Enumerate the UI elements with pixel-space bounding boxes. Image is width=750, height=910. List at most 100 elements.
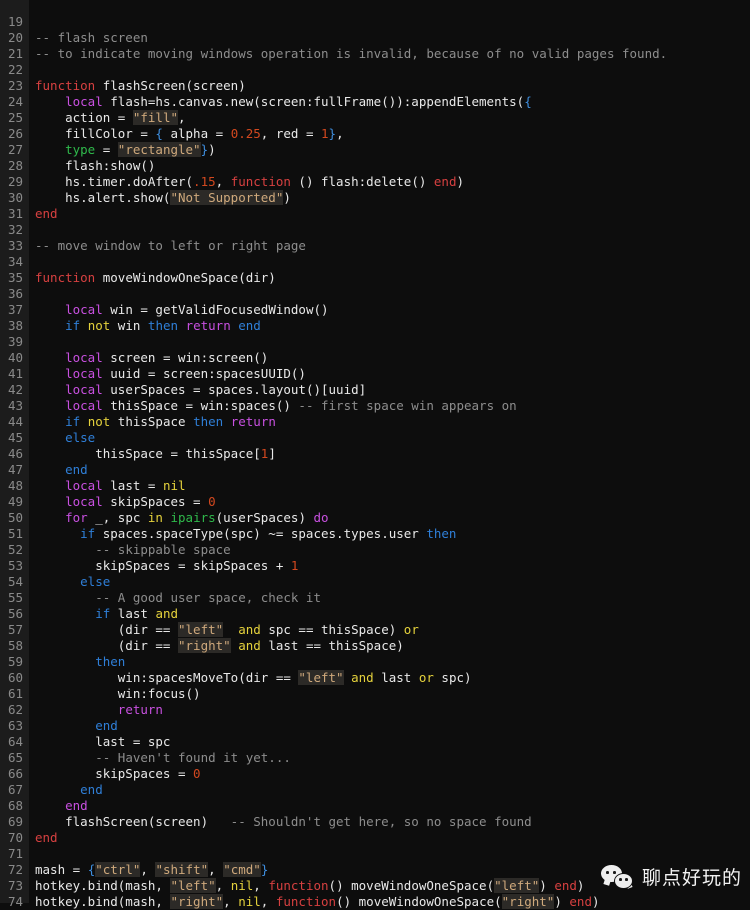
code-line[interactable]: 45 else [0, 430, 750, 446]
code-line[interactable]: 24 local flash=hs.canvas.new(screen:full… [0, 94, 750, 110]
code-line[interactable]: 52 -- skippable space [0, 542, 750, 558]
code-text[interactable]: then [29, 654, 750, 670]
code-line[interactable]: 31 end [0, 206, 750, 222]
code-line[interactable]: 27 type = "rectangle"}) [0, 142, 750, 158]
code-line[interactable]: 33 -- move window to left or right page [0, 238, 750, 254]
code-line[interactable]: 74 hotkey.bind(mash, "right", nil, functi… [0, 894, 750, 910]
code-text[interactable]: hotkey.bind(mash, "left", nil, function(… [29, 878, 750, 894]
code-line[interactable]: 66 skipSpaces = 0 [0, 766, 750, 782]
code-text[interactable] [29, 14, 750, 30]
code-text[interactable]: hs.timer.doAfter(.15, function () flash:… [29, 174, 750, 190]
code-text[interactable]: else [29, 574, 750, 590]
code-text[interactable]: if not thisSpace then return [29, 414, 750, 430]
code-text[interactable]: end [29, 830, 750, 846]
code-text[interactable]: fillColor = { alpha = 0.25, red = 1}, [29, 126, 750, 142]
code-text[interactable]: action = "fill", [29, 110, 750, 126]
code-line[interactable]: 43 local thisSpace = win:spaces() -- fir… [0, 398, 750, 414]
code-line[interactable]: 54 else [0, 574, 750, 590]
code-line[interactable]: 30 hs.alert.show("Not Supported") [0, 190, 750, 206]
code-line[interactable]: 50 for _, spc in ipairs(userSpaces) do [0, 510, 750, 526]
code-line[interactable]: 40 local screen = win:screen() [0, 350, 750, 366]
code-text[interactable]: -- skippable space [29, 542, 750, 558]
code-text[interactable]: -- Haven't found it yet... [29, 750, 750, 766]
code-line[interactable]: 56 if last and [0, 606, 750, 622]
code-line[interactable]: 34 [0, 254, 750, 270]
code-text[interactable]: return [29, 702, 750, 718]
code-text[interactable]: local last = nil [29, 478, 750, 494]
code-line[interactable]: 35 function moveWindowOneSpace(dir) [0, 270, 750, 286]
code-line[interactable]: 39 [0, 334, 750, 350]
code-text[interactable]: local screen = win:screen() [29, 350, 750, 366]
code-text[interactable]: last = spc [29, 734, 750, 750]
code-content-area[interactable]: 19 20 -- flash screen 21 -- to indicate mov… [0, 0, 750, 910]
code-line[interactable]: 57 (dir == "left" and spc == thisSpace) … [0, 622, 750, 638]
code-line[interactable]: 61 win:focus() [0, 686, 750, 702]
code-text[interactable]: thisSpace = thisSpace[1] [29, 446, 750, 462]
code-text[interactable]: local thisSpace = win:spaces() -- first … [29, 398, 750, 414]
code-line[interactable]: 26 fillColor = { alpha = 0.25, red = 1}, [0, 126, 750, 142]
code-line[interactable]: 62 return [0, 702, 750, 718]
code-text[interactable]: hs.alert.show("Not Supported") [29, 190, 750, 206]
code-line[interactable]: 49 local skipSpaces = 0 [0, 494, 750, 510]
code-text[interactable]: if not win then return end [29, 318, 750, 334]
code-line[interactable]: 64 last = spc [0, 734, 750, 750]
code-line[interactable]: 21 -- to indicate moving windows operatio… [0, 46, 750, 62]
code-text[interactable]: win:spacesMoveTo(dir == "left" and last … [29, 670, 750, 686]
code-line[interactable]: 20 -- flash screen [0, 30, 750, 46]
code-line[interactable]: 46 thisSpace = thisSpace[1] [0, 446, 750, 462]
code-line[interactable]: 29 hs.timer.doAfter(.15, function () fla… [0, 174, 750, 190]
code-line[interactable]: 51 if spaces.spaceType(spc) ~= spaces.ty… [0, 526, 750, 542]
code-text[interactable]: skipSpaces = 0 [29, 766, 750, 782]
code-text[interactable]: if spaces.spaceType(spc) ~= spaces.types… [29, 526, 750, 542]
code-text[interactable]: local skipSpaces = 0 [29, 494, 750, 510]
code-text[interactable]: function moveWindowOneSpace(dir) [29, 270, 750, 286]
code-text[interactable] [29, 222, 750, 238]
code-line[interactable]: 22 [0, 62, 750, 78]
code-line[interactable]: 36 [0, 286, 750, 302]
code-line[interactable]: 41 local uuid = screen:spacesUUID() [0, 366, 750, 382]
code-text[interactable]: local win = getValidFocusedWindow() [29, 302, 750, 318]
code-text[interactable]: flash:show() [29, 158, 750, 174]
code-text[interactable]: skipSpaces = skipSpaces + 1 [29, 558, 750, 574]
code-text[interactable]: else [29, 430, 750, 446]
code-text[interactable]: mash = {"ctrl", "shift", "cmd"} [29, 862, 750, 878]
code-text[interactable]: end [29, 718, 750, 734]
code-text[interactable]: (dir == "right" and last == thisSpace) [29, 638, 750, 654]
code-line[interactable]: 70 end [0, 830, 750, 846]
code-text[interactable]: end [29, 462, 750, 478]
code-line[interactable]: 23 function flashScreen(screen) [0, 78, 750, 94]
code-text[interactable]: -- move window to left or right page [29, 238, 750, 254]
code-line[interactable]: 69 flashScreen(screen) -- Shouldn't get … [0, 814, 750, 830]
code-line[interactable]: 53 skipSpaces = skipSpaces + 1 [0, 558, 750, 574]
code-line[interactable]: 55 -- A good user space, check it [0, 590, 750, 606]
code-text[interactable] [29, 254, 750, 270]
code-text[interactable]: -- flash screen [29, 30, 750, 46]
code-text[interactable]: end [29, 782, 750, 798]
code-text[interactable]: local userSpaces = spaces.layout()[uuid] [29, 382, 750, 398]
code-editor[interactable]: 19 20 -- flash screen 21 -- to indicate mov… [0, 0, 750, 909]
code-text[interactable]: -- A good user space, check it [29, 590, 750, 606]
code-text[interactable]: local flash=hs.canvas.new(screen:fullFra… [29, 94, 750, 110]
code-text[interactable]: hotkey.bind(mash, "right", nil, function… [29, 894, 750, 910]
code-text[interactable] [29, 62, 750, 78]
code-line[interactable]: 37 local win = getValidFocusedWindow() [0, 302, 750, 318]
code-text[interactable]: if last and [29, 606, 750, 622]
code-text[interactable]: (dir == "left" and spc == thisSpace) or [29, 622, 750, 638]
code-line[interactable]: 71 [0, 846, 750, 862]
code-text[interactable]: -- to indicate moving windows operation … [29, 46, 750, 62]
code-line[interactable]: 28 flash:show() [0, 158, 750, 174]
code-line[interactable]: 72 mash = {"ctrl", "shift", "cmd"} [0, 862, 750, 878]
code-line[interactable]: 59 then [0, 654, 750, 670]
code-text[interactable] [29, 334, 750, 350]
code-line[interactable]: 48 local last = nil [0, 478, 750, 494]
code-line[interactable]: 44 if not thisSpace then return [0, 414, 750, 430]
code-line[interactable]: 25 action = "fill", [0, 110, 750, 126]
code-line[interactable]: 58 (dir == "right" and last == thisSpace… [0, 638, 750, 654]
code-line[interactable]: 68 end [0, 798, 750, 814]
code-text[interactable]: type = "rectangle"}) [29, 142, 750, 158]
code-line[interactable]: 65 -- Haven't found it yet... [0, 750, 750, 766]
code-line[interactable]: 73 hotkey.bind(mash, "left", nil, functio… [0, 878, 750, 894]
code-line[interactable]: 32 [0, 222, 750, 238]
code-line[interactable]: 60 win:spacesMoveTo(dir == "left" and la… [0, 670, 750, 686]
code-line[interactable]: 67 end [0, 782, 750, 798]
